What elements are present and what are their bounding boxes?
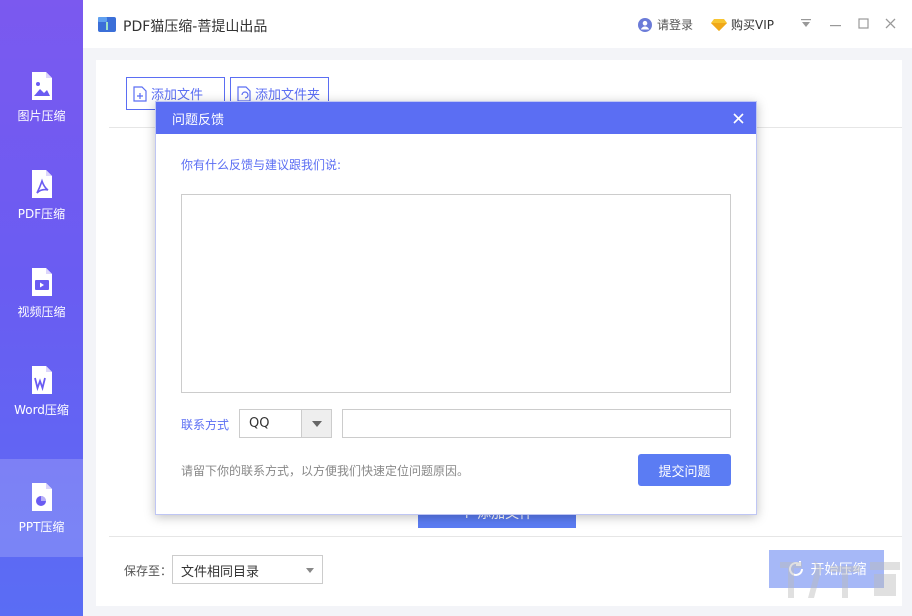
chevron-down-icon: [312, 421, 322, 427]
save-location-select[interactable]: 文件相同目录: [172, 555, 323, 584]
contact-label: 联系方式: [181, 416, 229, 433]
sidebar-item-label: PPT压缩: [19, 518, 65, 535]
sidebar-item-image-compress[interactable]: 图片压缩: [0, 48, 83, 146]
pdf-file-icon: [30, 169, 54, 199]
sidebar-item-label: 图片压缩: [17, 107, 65, 124]
maximize-button[interactable]: [855, 14, 871, 32]
feedback-prompt: 你有什么反馈与建议跟我们说:: [181, 156, 341, 173]
user-icon: [638, 18, 652, 32]
sidebar-item-ppt-compress[interactable]: PPT压缩: [0, 459, 83, 557]
sidebar-item-label: Word压缩: [14, 401, 69, 418]
feedback-dialog: 问题反馈 你有什么反馈与建议跟我们说: 联系方式 QQ 请留下你的联系方式，以方…: [155, 101, 757, 515]
login-link[interactable]: 请登录: [638, 16, 693, 33]
login-label: 请登录: [657, 16, 693, 33]
app-title: PDF猫压缩-菩提山出品: [123, 16, 267, 36]
close-window-button[interactable]: [882, 14, 898, 32]
dialog-title: 问题反馈: [172, 109, 224, 128]
contact-hint: 请留下你的联系方式，以方便我们快速定位问题原因。: [181, 462, 469, 479]
dropdown-toggle[interactable]: [301, 410, 331, 437]
buy-vip-label: 购买VIP: [731, 16, 774, 33]
menu-down-icon: [800, 17, 812, 29]
sidebar-item-video-compress[interactable]: 视频压缩: [0, 244, 83, 342]
title-bar: PDF猫压缩-菩提山出品 请登录 购买VIP: [83, 0, 912, 48]
word-file-icon: [30, 365, 54, 395]
diamond-icon: [711, 18, 727, 31]
menu-dropdown-button[interactable]: [798, 14, 814, 32]
ppt-file-icon: [30, 482, 54, 512]
sidebar-item-word-compress[interactable]: Word压缩: [0, 342, 83, 440]
close-icon: [885, 18, 896, 29]
watermark-icon: [770, 552, 910, 612]
feedback-textarea[interactable]: [181, 194, 731, 393]
app-logo-icon: [97, 14, 117, 34]
dialog-header: 问题反馈: [156, 102, 756, 134]
dialog-close-button[interactable]: [728, 108, 748, 128]
add-folder-icon: [237, 86, 251, 102]
chevron-down-icon: [306, 568, 314, 573]
sidebar-item-label: 视频压缩: [17, 303, 65, 320]
minimize-button[interactable]: [827, 14, 843, 32]
save-to-label: 保存至：: [124, 562, 172, 579]
maximize-icon: [858, 18, 869, 29]
contact-type-select[interactable]: QQ: [239, 409, 332, 438]
contact-input[interactable]: [342, 409, 731, 438]
minimize-icon: [830, 18, 841, 29]
save-location-value: 文件相同目录: [181, 565, 259, 580]
sidebar: 图片压缩 PDF压缩 视频压缩 Word压缩 PPT压缩: [0, 0, 83, 616]
contact-type-value: QQ: [249, 416, 269, 431]
buy-vip-link[interactable]: 购买VIP: [711, 16, 774, 33]
sidebar-item-pdf-compress[interactable]: PDF压缩: [0, 146, 83, 244]
video-file-icon: [30, 267, 54, 297]
image-file-icon: [30, 71, 54, 101]
close-icon: [733, 113, 744, 124]
divider: [109, 536, 902, 537]
sidebar-item-label: PDF压缩: [18, 205, 65, 222]
submit-feedback-button[interactable]: 提交问题: [638, 454, 731, 486]
add-file-icon: [133, 86, 147, 102]
